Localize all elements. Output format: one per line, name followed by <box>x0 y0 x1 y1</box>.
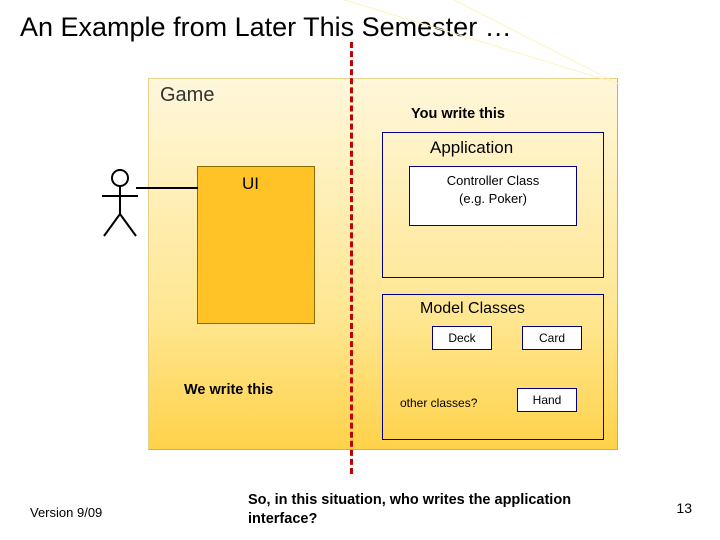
footer-version: Version 9/09 <box>30 505 102 520</box>
slide-title: An Example from Later This Semester … <box>0 0 720 43</box>
actor-icon <box>98 168 142 238</box>
controller-class-box: Controller Class (e.g. Poker) <box>409 166 577 226</box>
we-write-label: We write this <box>184 382 273 398</box>
model-classes-label: Model Classes <box>420 300 525 318</box>
you-write-label: You write this <box>411 106 505 122</box>
deck-box: Deck <box>432 326 492 350</box>
ui-label: UI <box>242 174 259 194</box>
footer-question: So, in this situation, who writes the ap… <box>248 491 588 529</box>
game-label: Game <box>160 84 214 107</box>
controller-line1: Controller Class <box>447 173 539 188</box>
hand-box: Hand <box>517 388 577 412</box>
diagram-canvas: Game You write this Application Controll… <box>0 50 720 490</box>
other-classes-label: other classes? <box>400 396 477 410</box>
controller-line2: (e.g. Poker) <box>459 191 527 206</box>
divider-dashed-line <box>350 42 353 474</box>
application-label: Application <box>430 138 513 158</box>
actor-connector-line <box>136 187 198 189</box>
card-box: Card <box>522 326 582 350</box>
slide-number: 13 <box>676 500 692 516</box>
